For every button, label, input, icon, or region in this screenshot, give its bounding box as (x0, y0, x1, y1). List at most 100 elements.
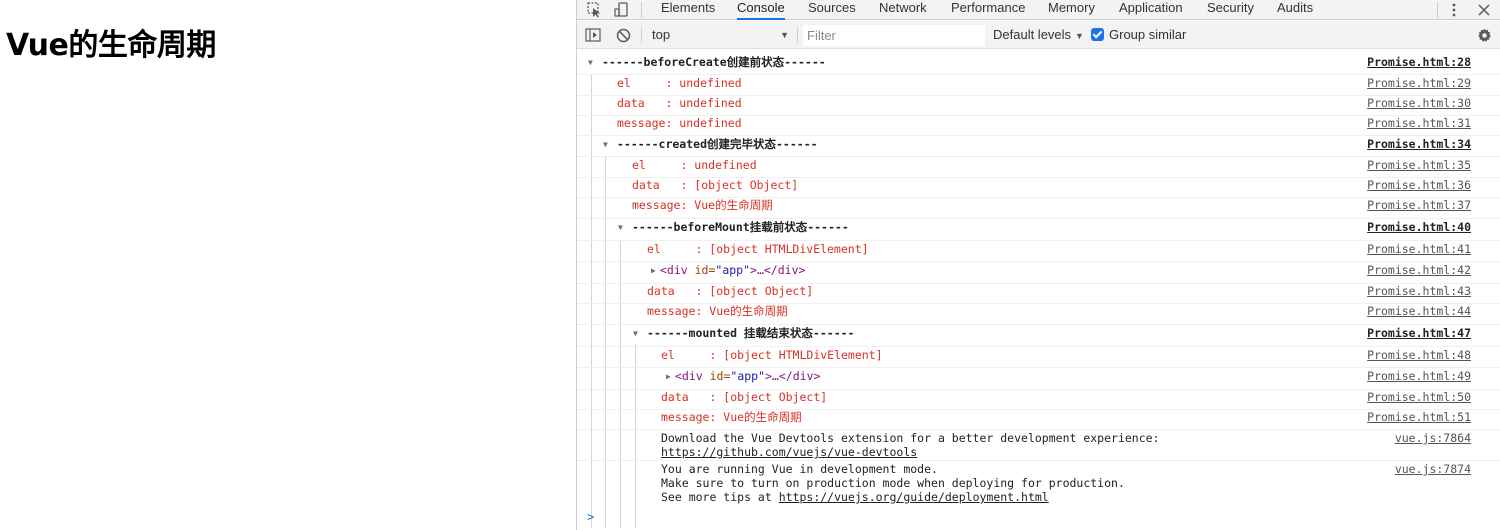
tab-network[interactable]: Network (879, 0, 927, 20)
element-snippet[interactable]: <div id="app">…</div> (660, 263, 805, 277)
source-link[interactable]: Promise.html:40 (1367, 220, 1471, 234)
source-link[interactable]: Promise.html:41 (1367, 242, 1471, 256)
message-text: el : undefined (617, 76, 742, 90)
source-link[interactable]: Promise.html:50 (1367, 390, 1471, 404)
sidebar-toggle-icon[interactable] (584, 26, 602, 44)
console-group-header[interactable]: ▼ ------beforeMount挂载前状态------ Promise.h… (577, 220, 1500, 241)
group-similar-toggle[interactable]: Group similar (1091, 25, 1186, 45)
console-element-node[interactable]: ▶ <div id="app">…</div> Promise.html:49 (577, 369, 1500, 390)
expand-triangle-icon[interactable]: ▼ (618, 221, 623, 235)
device-icon[interactable] (611, 0, 633, 20)
message-text: message: Vue的生命周期 (647, 304, 788, 318)
message-text: You are running Vue in development mode. (661, 462, 938, 476)
source-link[interactable]: vue.js:7874 (1395, 462, 1471, 476)
tab-elements[interactable]: Elements (661, 0, 715, 20)
expand-triangle-icon[interactable]: ▶ (651, 264, 656, 278)
console-message: You are running Vue in development mode.… (577, 462, 1500, 506)
source-link[interactable]: Promise.html:42 (1367, 263, 1471, 277)
message-text: Download the Vue Devtools extension for … (661, 431, 1160, 445)
close-icon[interactable] (1473, 0, 1495, 20)
tab-console[interactable]: Console (737, 0, 785, 20)
console-group-header[interactable]: ▼ ------mounted 挂载结束状态------ Promise.htm… (577, 326, 1500, 347)
console-message: message: Vue的生命周期 Promise.html:51 (577, 410, 1500, 430)
message-text: Make sure to turn on production mode whe… (661, 476, 1125, 490)
context-value: top (652, 27, 671, 42)
console-toolbar: top ▼ Default levels▼ Group similar (577, 21, 1500, 49)
group-title: ------mounted 挂载结束状态------ (647, 326, 855, 340)
expand-triangle-icon[interactable]: ▼ (588, 56, 593, 70)
console-message: message: undefined Promise.html:31 (577, 116, 1500, 136)
toolbar-divider (797, 27, 798, 43)
message-text: message: Vue的生命周期 (632, 198, 773, 212)
console-group-header[interactable]: ▼ ------beforeCreate创建前状态------ Promise.… (577, 55, 1500, 75)
message-text: message: undefined (617, 116, 742, 130)
expand-triangle-icon[interactable]: ▼ (603, 138, 608, 152)
message-text: data : undefined (617, 96, 742, 110)
console-message: message: Vue的生命周期 Promise.html:37 (577, 198, 1500, 219)
console-message: data : [object Object] Promise.html:36 (577, 178, 1500, 198)
source-link[interactable]: Promise.html:35 (1367, 158, 1471, 172)
console-message: el : [object HTMLDivElement] Promise.htm… (577, 242, 1500, 262)
console-message: Download the Vue Devtools extension for … (577, 431, 1500, 461)
source-link[interactable]: Promise.html:43 (1367, 284, 1471, 298)
clear-icon[interactable] (614, 26, 632, 44)
message-text: data : [object Object] (647, 284, 814, 298)
tab-sources[interactable]: Sources (808, 0, 856, 20)
console-message: el : [object HTMLDivElement] Promise.htm… (577, 348, 1500, 368)
filter-input[interactable] (803, 25, 985, 46)
settings-icon[interactable] (1475, 26, 1493, 44)
group-similar-checkbox[interactable] (1091, 28, 1104, 41)
source-link[interactable]: Promise.html:36 (1367, 178, 1471, 192)
source-link[interactable]: Promise.html:44 (1367, 304, 1471, 318)
source-link[interactable]: Promise.html:31 (1367, 116, 1471, 130)
element-snippet[interactable]: <div id="app">…</div> (675, 369, 820, 383)
log-levels-dropdown[interactable]: Default levels ▼ (993, 25, 1084, 45)
tab-application[interactable]: Application (1119, 0, 1183, 20)
expand-triangle-icon[interactable]: ▼ (633, 327, 638, 341)
tab-memory[interactable]: Memory (1048, 0, 1095, 20)
source-link[interactable]: Promise.html:29 (1367, 76, 1471, 90)
message-link[interactable]: https://github.com/vuejs/vue-devtools (661, 445, 917, 459)
toolbar-divider (641, 2, 642, 18)
console-message: message: Vue的生命周期 Promise.html:44 (577, 304, 1500, 325)
source-link[interactable]: Promise.html:51 (1367, 410, 1471, 424)
chevron-down-icon: ▼ (1075, 31, 1084, 41)
toolbar-divider (641, 27, 642, 43)
message-text: message: Vue的生命周期 (661, 410, 802, 424)
source-link[interactable]: Promise.html:34 (1367, 137, 1471, 151)
more-icon[interactable] (1443, 0, 1465, 20)
source-link[interactable]: Promise.html:49 (1367, 369, 1471, 383)
message-text: el : [object HTMLDivElement] (661, 348, 883, 362)
group-title: ------beforeMount挂载前状态------ (632, 220, 849, 234)
group-title: ------beforeCreate创建前状态------ (602, 55, 826, 69)
console-message: data : [object Object] Promise.html:50 (577, 390, 1500, 410)
source-link[interactable]: Promise.html:48 (1367, 348, 1471, 362)
message-link[interactable]: https://vuejs.org/guide/deployment.html (779, 490, 1049, 504)
source-link[interactable]: Promise.html:30 (1367, 96, 1471, 110)
message-text: data : [object Object] (632, 178, 799, 192)
console-element-node[interactable]: ▶ <div id="app">…</div> Promise.html:42 (577, 263, 1500, 284)
source-link[interactable]: Promise.html:28 (1367, 55, 1471, 69)
inspect-icon[interactable] (583, 0, 605, 20)
console-log: ▼ ------beforeCreate创建前状态------ Promise.… (577, 52, 1500, 530)
message-text: See more tips at https://vuejs.org/guide… (661, 490, 1049, 504)
source-link[interactable]: vue.js:7864 (1395, 431, 1471, 445)
tab-audits[interactable]: Audits (1277, 0, 1313, 20)
message-text: data : [object Object] (661, 390, 828, 404)
chevron-down-icon: ▼ (780, 30, 789, 40)
group-title: ------created创建完毕状态------ (617, 137, 818, 151)
console-group-header[interactable]: ▼ ------created创建完毕状态------ Promise.html… (577, 137, 1500, 157)
devtools-panel: Elements Console Sources Network Perform… (576, 0, 1500, 530)
log-levels-label: Default levels (993, 27, 1072, 42)
console-message: data : undefined Promise.html:30 (577, 96, 1500, 116)
devtools-tabbar: Elements Console Sources Network Perform… (577, 0, 1500, 20)
tab-performance[interactable]: Performance (951, 0, 1025, 20)
toolbar-divider (1437, 2, 1438, 18)
context-select[interactable]: top ▼ (647, 25, 793, 45)
source-link[interactable]: Promise.html:47 (1367, 326, 1471, 340)
tab-security[interactable]: Security (1207, 0, 1254, 20)
source-link[interactable]: Promise.html:37 (1367, 198, 1471, 212)
message-text: el : [object HTMLDivElement] (647, 242, 869, 256)
console-prompt[interactable]: > (587, 510, 594, 524)
expand-triangle-icon[interactable]: ▶ (666, 370, 671, 384)
